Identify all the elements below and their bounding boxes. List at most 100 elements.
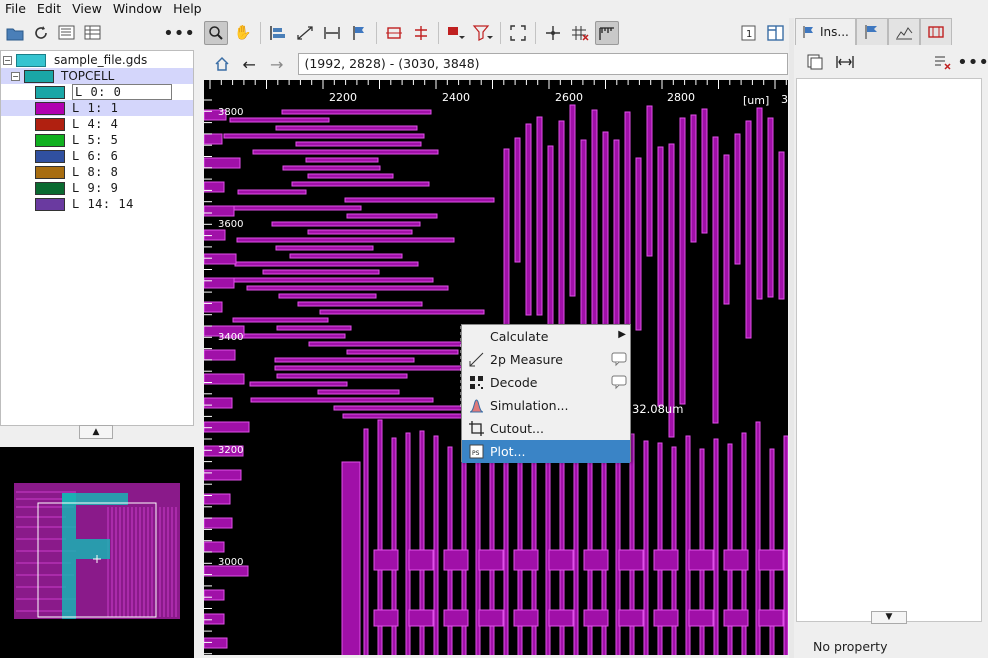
clear-list-icon[interactable]	[933, 52, 953, 72]
open-folder-icon[interactable]	[5, 23, 25, 43]
page-number-icon[interactable]: 1	[737, 21, 761, 45]
layout-shape	[701, 108, 708, 234]
comment-icon[interactable]	[611, 374, 627, 390]
topcell-label: TOPCELL	[61, 69, 115, 83]
back-arrow-icon[interactable]: ←	[237, 52, 260, 76]
menu-item-2p-measure[interactable]: 2p Measure	[462, 348, 630, 371]
layer-row[interactable]: L 8: 8	[1, 164, 193, 180]
layout-shape	[713, 438, 719, 655]
fit-all-icon[interactable]	[506, 21, 530, 45]
layer-row[interactable]: L 1: 1	[1, 100, 193, 116]
menu-item-calculate[interactable]: Calculate ▶	[462, 325, 630, 348]
svg-text:PS: PS	[472, 450, 480, 457]
tab-inspector[interactable]: Ins...	[795, 18, 856, 45]
reload-icon[interactable]	[31, 23, 51, 43]
layer-toolbar: •••	[0, 18, 195, 48]
layer-table-icon[interactable]	[83, 23, 103, 43]
layout-shape	[204, 589, 225, 601]
cut-red-icon[interactable]	[409, 21, 433, 45]
layout-shape	[583, 609, 609, 627]
forward-arrow-icon[interactable]: →	[265, 52, 288, 76]
context-menu: Calculate ▶ 2p Measure Decode Simulation…	[461, 324, 631, 463]
layout-shape	[653, 549, 679, 571]
file-name-label: sample_file.gds	[54, 53, 148, 67]
home-icon[interactable]	[210, 52, 233, 76]
layout-shape	[344, 197, 495, 203]
layout-shape	[274, 365, 470, 371]
layout-shape	[282, 165, 381, 171]
zoom-tool-icon[interactable]	[204, 21, 228, 45]
crop-icon	[469, 421, 484, 436]
layout-shape	[204, 349, 236, 361]
menu-item-simulation[interactable]: Simulation...	[462, 394, 630, 417]
layout-shape	[657, 146, 664, 407]
coordinates-field[interactable]: (1992, 2828) - (3030, 3848)	[298, 53, 788, 75]
split-view-icon[interactable]	[764, 21, 788, 45]
more-options-icon[interactable]: •••	[957, 52, 988, 73]
menu-item-cutout[interactable]: Cutout...	[462, 417, 630, 440]
grid-off-icon[interactable]	[568, 21, 592, 45]
layout-shape	[408, 549, 434, 571]
copy-properties-icon[interactable]	[805, 52, 825, 72]
topcell-swatch	[24, 69, 54, 83]
ruler-red-icon[interactable]	[382, 21, 406, 45]
main-toolbar: ✋ 1	[204, 18, 788, 48]
tab-ruler[interactable]	[919, 18, 952, 45]
layer-row[interactable]: L 4: 4	[1, 116, 193, 132]
layout-shape	[295, 141, 422, 147]
layout-shape	[297, 301, 423, 307]
vertical-splitter[interactable]	[789, 18, 794, 658]
layout-shape	[363, 428, 369, 655]
menu-help[interactable]: Help	[168, 1, 208, 16]
layer-row[interactable]: L 9: 9	[1, 180, 193, 196]
layer-row[interactable]: L 0: 0	[1, 84, 193, 100]
more-options-icon[interactable]: •••	[163, 23, 195, 44]
tab-chart[interactable]	[887, 18, 920, 45]
tree-file-row[interactable]: − sample_file.gds	[1, 52, 193, 68]
origin-icon[interactable]	[541, 21, 565, 45]
layout-shape	[232, 317, 329, 323]
expand-up-button[interactable]: ▲	[79, 425, 113, 439]
layout-shape	[646, 105, 653, 257]
overview-navigator[interactable]	[0, 447, 194, 658]
collapse-icon[interactable]: −	[3, 55, 12, 65]
menu-item-label: Cutout...	[490, 421, 544, 436]
layout-shape	[204, 397, 233, 409]
distance-icon[interactable]	[293, 21, 317, 45]
layer-label: L 8: 8	[72, 165, 119, 179]
comment-icon[interactable]	[611, 351, 627, 367]
layout-shape	[204, 421, 250, 433]
layout-shape	[513, 549, 539, 571]
layer-list-icon[interactable]	[57, 23, 77, 43]
tree-topcell-row[interactable]: − TOPCELL	[1, 68, 193, 84]
filter-dropdown-icon[interactable]	[471, 21, 495, 45]
property-panel	[796, 78, 982, 622]
highlight-dropdown-icon[interactable]	[444, 21, 468, 45]
layout-shape	[723, 549, 749, 571]
svg-text:1: 1	[746, 29, 752, 40]
width-measure-icon[interactable]	[320, 21, 344, 45]
menu-file[interactable]: File	[0, 1, 32, 16]
menu-view[interactable]: View	[67, 1, 108, 16]
tab-flag[interactable]	[855, 18, 888, 45]
layout-shape	[250, 397, 434, 403]
layout-shape	[204, 133, 223, 145]
menu-item-plot[interactable]: PS Plot...	[462, 440, 630, 463]
menu-item-decode[interactable]: Decode	[462, 371, 630, 394]
pan-hand-icon[interactable]: ✋	[231, 21, 255, 45]
align-left-icon[interactable]	[266, 21, 290, 45]
fit-width-icon[interactable]	[835, 52, 855, 72]
submenu-arrow-icon: ▶	[618, 329, 626, 340]
collapse-icon[interactable]: −	[11, 71, 20, 81]
layout-shape	[433, 435, 439, 655]
flag-marker-icon[interactable]	[347, 21, 371, 45]
ruler-toggle-icon[interactable]	[595, 21, 619, 45]
layer-color-swatch	[35, 117, 65, 131]
layer-row[interactable]: L 5: 5	[1, 132, 193, 148]
menu-window[interactable]: Window	[108, 1, 168, 16]
layer-row[interactable]: L 14: 14	[1, 196, 193, 212]
menu-edit[interactable]: Edit	[32, 1, 67, 16]
expand-down-button[interactable]: ▼	[871, 611, 907, 624]
layout-shape	[271, 221, 421, 227]
layer-row[interactable]: L 6: 6	[1, 148, 193, 164]
